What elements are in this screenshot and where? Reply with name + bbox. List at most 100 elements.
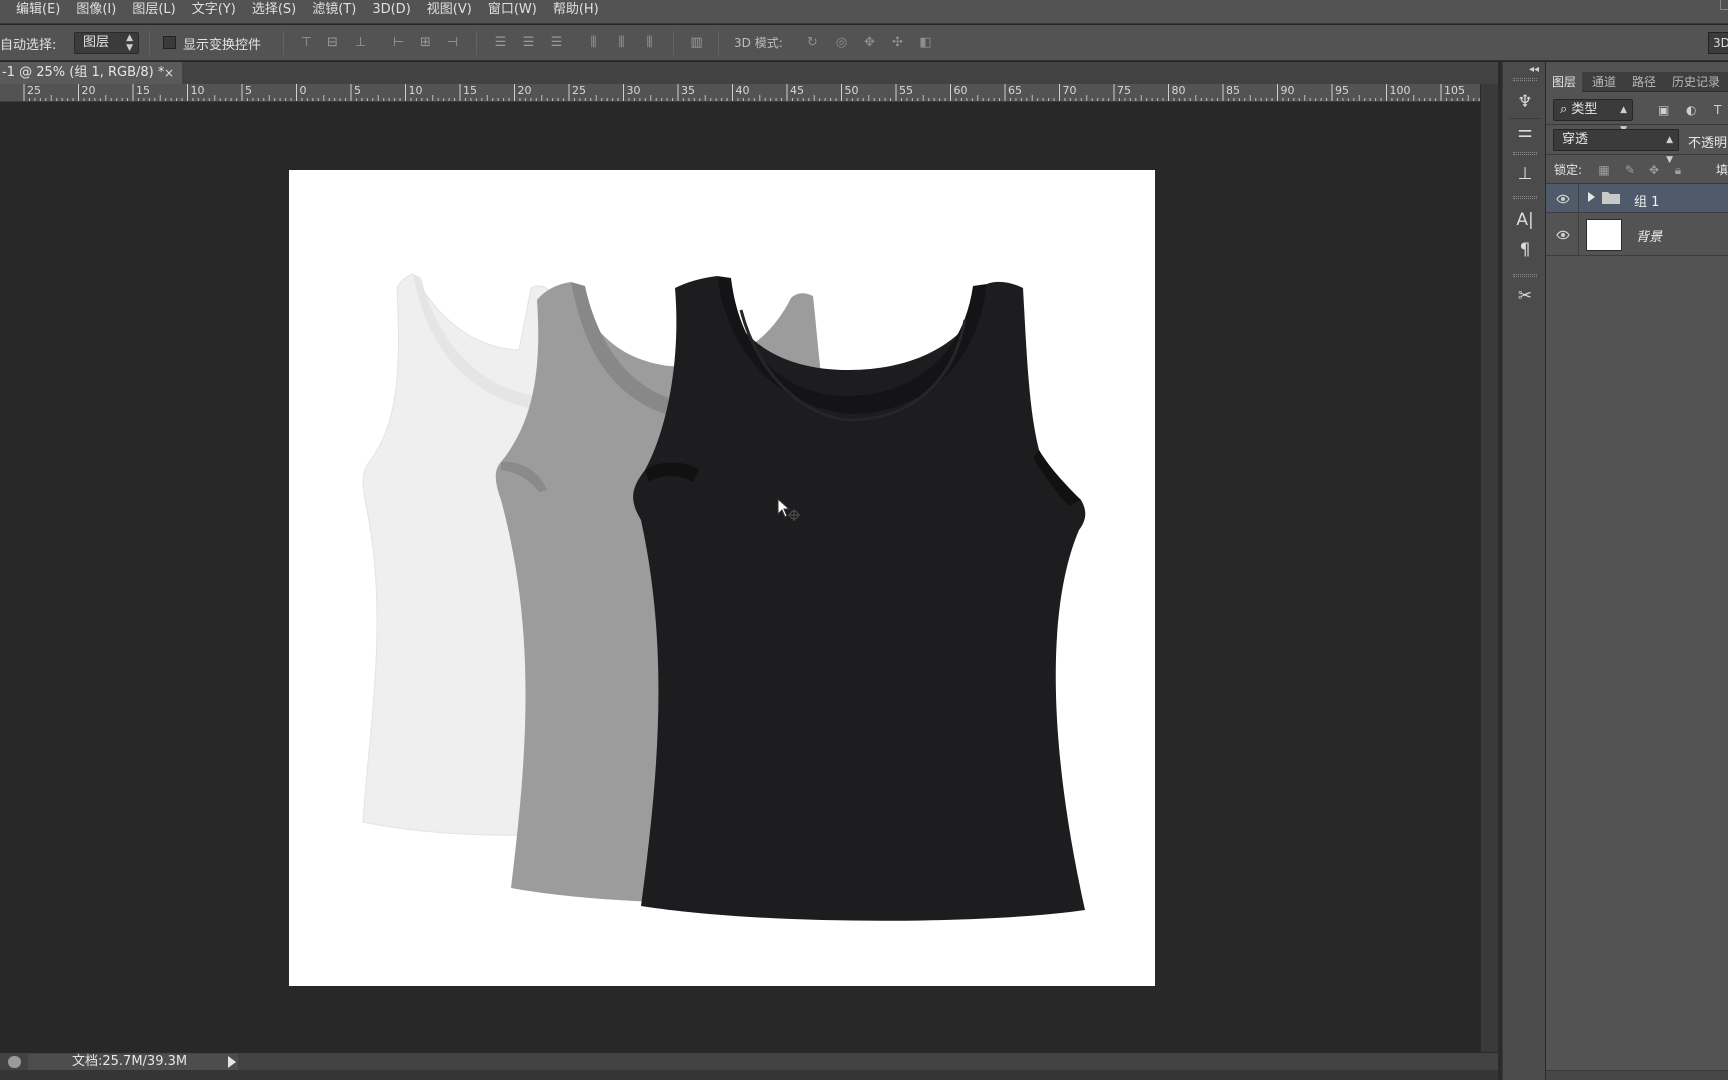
- tab-channels[interactable]: 通道: [1586, 72, 1622, 92]
- ruler-label: 60: [953, 84, 968, 97]
- roll-3d-icon[interactable]: ◎: [833, 35, 850, 51]
- layer-name: 背景: [1636, 230, 1663, 245]
- mode-3d-label: 3D 模式:: [734, 36, 783, 50]
- ruler-label: 95: [1335, 84, 1349, 97]
- align-right-icon[interactable]: ⊣: [444, 35, 461, 51]
- menu-layer[interactable]: 图层(L): [124, 0, 183, 24]
- menu-edit[interactable]: 编辑(E): [0, 0, 68, 24]
- menu-filter[interactable]: 滤镜(T): [304, 0, 364, 24]
- canvas-area[interactable]: [0, 102, 1480, 1052]
- align-top-icon[interactable]: ⊤: [298, 35, 315, 51]
- separator: [149, 31, 150, 55]
- separator: [476, 31, 477, 55]
- ruler-label: 5: [245, 84, 252, 97]
- distribute-bottom-icon[interactable]: ☰: [548, 35, 565, 51]
- align-bottom-icon[interactable]: ⊥: [352, 35, 369, 51]
- layer-row-group[interactable]: 组 1: [1546, 184, 1728, 213]
- document-canvas[interactable]: [289, 170, 1155, 986]
- status-menu-arrow-icon[interactable]: [228, 1056, 236, 1068]
- show-transform-checkbox[interactable]: [163, 36, 176, 49]
- align-vertical-center-icon[interactable]: ⊟: [324, 35, 341, 51]
- divider: [1546, 124, 1728, 125]
- ruler-label: 55: [899, 84, 913, 97]
- ruler-label: 5: [354, 84, 361, 97]
- menu-3d[interactable]: 3D(D): [364, 0, 418, 24]
- divider: [1578, 184, 1579, 212]
- ruler-label: 0: [299, 84, 307, 97]
- close-tab-icon[interactable]: ×: [164, 62, 174, 84]
- layer-filter-dropdown[interactable]: ⌕ 类型 ▲▼: [1553, 99, 1633, 135]
- auto-select-value: 图层: [83, 35, 110, 50]
- distribute-vcenter-icon[interactable]: ☰: [520, 35, 537, 51]
- blend-mode-dropdown[interactable]: 穿透 ▲ ▼: [1553, 129, 1679, 165]
- menu-view[interactable]: 视图(V): [419, 0, 480, 24]
- align-horizontal-center-icon[interactable]: ⊞: [417, 35, 434, 51]
- menu-image[interactable]: 图像(I): [68, 0, 124, 24]
- ruler-label: 65: [1008, 84, 1022, 97]
- filter-type-icon[interactable]: T: [1714, 103, 1721, 117]
- slide-3d-icon[interactable]: ✣: [889, 35, 906, 51]
- menu-select[interactable]: 选择(S): [244, 0, 304, 24]
- auto-select-dropdown[interactable]: 图层 ▲ ▼: [74, 32, 139, 54]
- align-left-icon[interactable]: ⊢: [390, 35, 407, 51]
- adjustments-icon[interactable]: ⚌: [1513, 120, 1537, 144]
- document-tab-bar: -1 @ 25% (组 1, RGB/8) * ×: [0, 62, 1500, 84]
- layers-panel: 图层 通道 路径 历史记录 ⌕ 类型 ▲▼ ▣ ◐ T 穿透 ▲▼ 不透明 锁定…: [1546, 62, 1728, 1080]
- auto-align-icon[interactable]: ▥: [688, 35, 705, 51]
- panel-tool-strip: ◂◂ ♆ ⚌ ⊥ A| ¶ ✂: [1502, 62, 1546, 1080]
- ruler-label: 90: [1280, 84, 1295, 97]
- ruler-label: 100: [1389, 84, 1411, 97]
- ruler-label: 10: [190, 84, 205, 97]
- filter-adjustment-icon[interactable]: ◐: [1686, 103, 1696, 117]
- character-panel-icon[interactable]: A|: [1513, 208, 1537, 232]
- ruler-label: 20: [81, 84, 96, 97]
- ruler-label: 25: [572, 84, 586, 97]
- collapse-panels-icon[interactable]: ◂◂: [1529, 64, 1539, 75]
- vertical-scrollbar[interactable]: [1480, 84, 1498, 1052]
- distribute-hcenter-icon[interactable]: ⫼: [613, 35, 630, 51]
- distribute-right-icon[interactable]: ⫼: [641, 35, 658, 51]
- 3d-workspace-button[interactable]: 3D: [1708, 32, 1728, 54]
- expand-group-icon[interactable]: [1588, 192, 1595, 202]
- move-cursor-icon: [777, 498, 800, 521]
- brush-presets-icon[interactable]: ♆: [1513, 90, 1537, 114]
- eye-icon[interactable]: [1556, 230, 1570, 240]
- tool-presets-icon[interactable]: ✂: [1513, 284, 1537, 308]
- paragraph-panel-icon[interactable]: ¶: [1513, 238, 1537, 262]
- ruler-label: 15: [136, 84, 150, 97]
- lock-all-icon[interactable]: 🔒︎: [1670, 162, 1686, 178]
- blend-mode-value: 穿透: [1562, 132, 1589, 147]
- ruler-label: 85: [1226, 84, 1240, 97]
- ruler-label: 70: [1062, 84, 1077, 97]
- tab-history[interactable]: 历史记录: [1666, 72, 1726, 92]
- horizontal-ruler: 25 20 15 10 5 0 5 10 15 20 25 30 35 40 45 50 55 60 65 70 75 8…: [0, 84, 1480, 102]
- filter-pixel-icon[interactable]: ▣: [1658, 103, 1669, 117]
- tab-layers[interactable]: 图层: [1546, 72, 1583, 92]
- separator: [283, 31, 284, 55]
- lock-image-pixels-icon[interactable]: ✎: [1622, 162, 1638, 178]
- menu-help[interactable]: 帮助(H): [545, 0, 607, 24]
- lock-position-icon[interactable]: ✥: [1646, 162, 1662, 178]
- show-transform-label: 显示变换控件: [183, 38, 262, 53]
- menu-type[interactable]: 文字(Y): [184, 0, 244, 24]
- ruler-label: 30: [626, 84, 641, 97]
- layer-row-background[interactable]: 背景: [1546, 214, 1728, 256]
- tab-paths[interactable]: 路径: [1626, 72, 1662, 92]
- document-size-status: 文档:25.7M/39.3M: [72, 1054, 188, 1069]
- document-tab[interactable]: -1 @ 25% (组 1, RGB/8) * ×: [0, 62, 182, 84]
- distribute-left-icon[interactable]: ⫼: [585, 35, 602, 51]
- rotate-3d-icon[interactable]: ↻: [804, 35, 821, 51]
- status-info-icon[interactable]: [8, 1056, 21, 1068]
- ruler-label: 35: [681, 84, 695, 97]
- distribute-top-icon[interactable]: ☰: [492, 35, 509, 51]
- ruler-label: 20: [517, 84, 532, 97]
- clone-source-icon[interactable]: ⊥: [1513, 162, 1537, 186]
- divider: [1546, 154, 1728, 155]
- layers-panel-footer: [1546, 1070, 1728, 1080]
- scale-3d-icon[interactable]: ◧: [917, 35, 934, 51]
- eye-icon[interactable]: [1556, 194, 1570, 204]
- menu-window[interactable]: 窗口(W): [480, 0, 545, 24]
- lock-transparent-icon[interactable]: ▦: [1596, 162, 1612, 178]
- pan-3d-icon[interactable]: ✥: [861, 35, 878, 51]
- window-restore-icon[interactable]: [1720, 0, 1728, 10]
